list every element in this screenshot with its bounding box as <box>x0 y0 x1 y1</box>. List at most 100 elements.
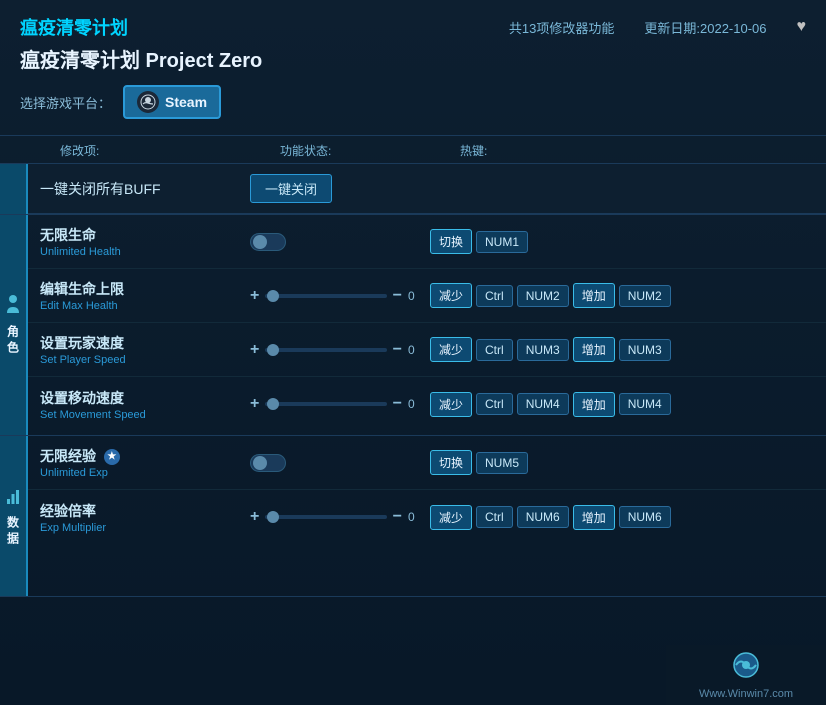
slider-val-2: 0 <box>408 343 420 357</box>
slider-minus-3[interactable]: − <box>393 395 402 413</box>
hotkey-ctrl-4[interactable]: Ctrl <box>476 506 513 528</box>
platform-row: 选择游戏平台： Steam <box>20 85 806 119</box>
hotkey-num5[interactable]: NUM5 <box>476 452 528 474</box>
section-character: 角色 无限生命 Unlimited Health 切换 NUM1 <box>0 215 826 436</box>
col-header-mod: 修改项: <box>60 142 280 159</box>
hotkey-switch-btn[interactable]: 切换 <box>430 229 472 254</box>
mod-row-unlimited-exp: 无限经验 ★ Unlimited Exp 切换 NUM5 <box>28 436 826 490</box>
hotkey-num1-btn[interactable]: NUM1 <box>476 231 528 253</box>
mod-name-unlimited-health: 无限生命 Unlimited Health <box>40 225 250 258</box>
toggle-unlimited-exp[interactable] <box>250 454 286 472</box>
slider-exp-multiplier: + − 0 <box>250 508 420 526</box>
hotkey-num6-inc[interactable]: NUM6 <box>619 506 671 528</box>
hotkey-num4-dec[interactable]: NUM4 <box>517 393 569 415</box>
col-header-status: 功能状态: <box>280 142 460 159</box>
slider-plus-3[interactable]: + <box>250 395 259 413</box>
slider-minus-2[interactable]: − <box>393 341 402 359</box>
steam-icon <box>137 91 159 113</box>
mod-cn-unlimited-health: 无限生命 <box>40 225 250 245</box>
meta-date: 更新日期:2022-10-06 <box>644 18 766 37</box>
hotkeys-unlimited-exp: 切换 NUM5 <box>430 450 528 475</box>
mod-cn-edit-max-health: 编辑生命上限 <box>40 279 250 299</box>
toggle-unlimited-health[interactable] <box>250 233 286 251</box>
mod-row-movement-speed: 设置移动速度 Set Movement Speed + − 0 减少 <box>28 377 826 431</box>
character-icon <box>5 294 21 317</box>
favorite-icon[interactable]: ♥ <box>797 18 807 36</box>
app-container: 瘟疫清零计划 共13项修改器功能 更新日期:2022-10-06 ♥ 瘟疫清零计… <box>0 0 826 705</box>
col-header-hotkey: 热键: <box>460 142 806 159</box>
star-badge: ★ <box>104 449 120 465</box>
data-mods: 无限经验 ★ Unlimited Exp 切换 NUM5 <box>28 436 826 596</box>
mod-status-unlimited-exp <box>250 454 430 472</box>
hotkey-decrease-3[interactable]: 减少 <box>430 392 472 417</box>
slider-track-1[interactable] <box>265 294 386 298</box>
slider-minus-1[interactable]: − <box>393 287 402 305</box>
mod-status-edit-max-health: + − 0 <box>250 287 430 305</box>
buff-close-row: 一键关闭所有BUFF 一键关闭 <box>28 164 826 214</box>
slider-track-2[interactable] <box>265 348 386 352</box>
hotkey-increase-3[interactable]: 增加 <box>573 392 615 417</box>
slider-minus-4[interactable]: − <box>393 508 402 526</box>
slider-movement-speed: + − 0 <box>250 395 420 413</box>
hotkeys-edit-max-health: 减少 Ctrl NUM2 增加 NUM2 <box>430 283 671 308</box>
mod-en-movement-speed: Set Movement Speed <box>40 409 250 421</box>
mod-en-edit-max-health: Edit Max Health <box>40 300 250 312</box>
steam-button[interactable]: Steam <box>123 85 221 119</box>
mod-cn-unlimited-exp: 无限经验 ★ <box>40 446 250 466</box>
character-mods: 无限生命 Unlimited Health 切换 NUM1 编辑生命上限 Edi <box>28 215 826 435</box>
slider-player-speed: + − 0 <box>250 341 420 359</box>
slider-thumb-1[interactable] <box>267 290 279 302</box>
mod-name-unlimited-exp: 无限经验 ★ Unlimited Exp <box>40 446 250 479</box>
hotkey-decrease-2[interactable]: 减少 <box>430 337 472 362</box>
hotkey-num3-dec[interactable]: NUM3 <box>517 339 569 361</box>
hotkey-increase-4[interactable]: 增加 <box>573 505 615 530</box>
toggle-knob-exp <box>253 456 267 470</box>
mod-en-unlimited-exp: Unlimited Exp <box>40 467 250 479</box>
buff-row: 一键关闭所有BUFF 一键关闭 <box>0 164 826 215</box>
hotkey-num3-inc[interactable]: NUM3 <box>619 339 671 361</box>
section-data: 数据 无限经验 ★ Unlimited Exp 切换 <box>0 436 826 597</box>
mod-row-edit-max-health: 编辑生命上限 Edit Max Health + − 0 减少 Ctr <box>28 269 826 323</box>
mod-row-unlimited-health: 无限生命 Unlimited Health 切换 NUM1 <box>28 215 826 269</box>
hotkey-increase-2[interactable]: 增加 <box>573 337 615 362</box>
hotkey-num2-dec[interactable]: NUM2 <box>517 285 569 307</box>
slider-thumb-3[interactable] <box>267 398 279 410</box>
mod-en-player-speed: Set Player Speed <box>40 354 250 366</box>
slider-plus-4[interactable]: + <box>250 508 259 526</box>
hotkey-ctrl-1[interactable]: Ctrl <box>476 285 513 307</box>
slider-plus-1[interactable]: + <box>250 287 259 305</box>
side-tab-label-character: 角色 <box>5 325 22 357</box>
platform-label: 选择游戏平台： <box>20 93 111 112</box>
header-title-main: 瘟疫清零计划 <box>20 14 128 40</box>
hotkey-num6-dec[interactable]: NUM6 <box>517 506 569 528</box>
hotkeys-unlimited-health: 切换 NUM1 <box>430 229 528 254</box>
hotkey-decrease-1[interactable]: 减少 <box>430 283 472 308</box>
hotkey-num2-inc[interactable]: NUM2 <box>619 285 671 307</box>
hotkey-increase-1[interactable]: 增加 <box>573 283 615 308</box>
hotkey-num4-inc[interactable]: NUM4 <box>619 393 671 415</box>
hotkey-ctrl-3[interactable]: Ctrl <box>476 393 513 415</box>
header-meta: 共13项修改器功能 更新日期:2022-10-06 ♥ <box>509 18 806 37</box>
slider-plus-2[interactable]: + <box>250 341 259 359</box>
slider-track-4[interactable] <box>265 515 386 519</box>
mod-name-movement-speed: 设置移动速度 Set Movement Speed <box>40 388 250 421</box>
watermark-text: Www.Winwin7.com <box>699 688 793 700</box>
slider-val-4: 0 <box>408 510 420 524</box>
mod-status-unlimited-health <box>250 233 430 251</box>
slider-track-3[interactable] <box>265 402 386 406</box>
side-tab-data: 数据 <box>0 436 28 596</box>
mod-status-player-speed: + − 0 <box>250 341 430 359</box>
close-all-button[interactable]: 一键关闭 <box>250 174 332 203</box>
side-tab-character: 角色 <box>0 215 28 435</box>
slider-thumb-4[interactable] <box>267 511 279 523</box>
hotkey-decrease-4[interactable]: 减少 <box>430 505 472 530</box>
mod-row-exp-multiplier: 经验倍率 Exp Multiplier + − 0 减少 Ctrl <box>28 490 826 544</box>
hotkey-switch-exp[interactable]: 切换 <box>430 450 472 475</box>
hotkey-ctrl-2[interactable]: Ctrl <box>476 339 513 361</box>
slider-thumb-2[interactable] <box>267 344 279 356</box>
watermark-logo <box>726 650 766 686</box>
watermark: Www.Winwin7.com <box>666 645 826 705</box>
mod-status-exp-multiplier: + − 0 <box>250 508 430 526</box>
steam-label: Steam <box>165 94 207 110</box>
mod-name-player-speed: 设置玩家速度 Set Player Speed <box>40 333 250 366</box>
